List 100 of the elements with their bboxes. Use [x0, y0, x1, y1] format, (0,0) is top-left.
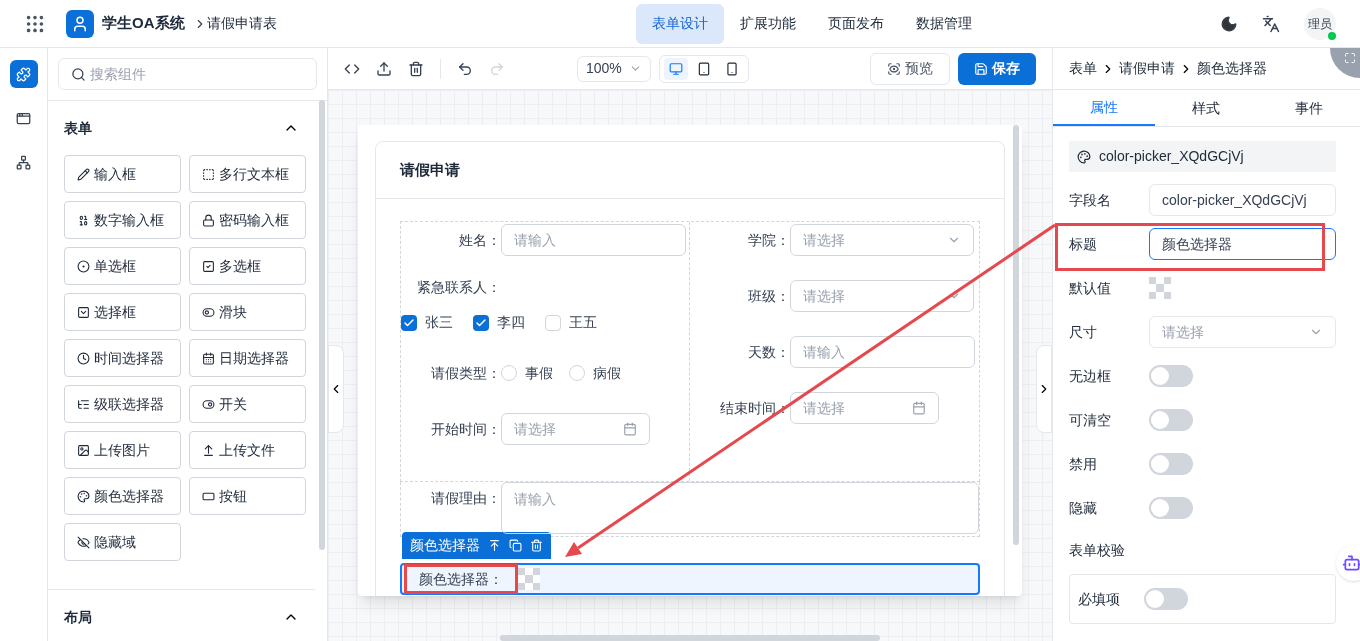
avatar[interactable]: 理员 — [1304, 7, 1336, 40]
field-label: 姓名： — [458, 230, 501, 250]
eye-scan-icon — [887, 61, 901, 76]
component-item[interactable]: 输入框 — [64, 155, 181, 193]
fullscreen-corner[interactable] — [1330, 48, 1360, 78]
pencil-icon — [77, 167, 90, 181]
field-label: 开始时间： — [430, 419, 501, 439]
field-label: 请假类型： — [430, 363, 501, 383]
component-item[interactable]: 上传文件 — [189, 431, 306, 469]
breadcrumb-item[interactable]: 请假申请 — [1119, 58, 1175, 79]
checkbox-label: 李四 — [497, 313, 525, 332]
image-icon — [77, 443, 90, 457]
checkbox[interactable] — [545, 314, 561, 331]
property-label: 字段名 — [1069, 190, 1112, 210]
palette-icon — [1077, 149, 1091, 164]
component-item[interactable]: 日期选择器 — [189, 339, 306, 377]
section-title: 表单 — [64, 118, 92, 138]
breadcrumb-item[interactable]: 颜色选择器 — [1197, 58, 1267, 79]
component-item[interactable]: 颜色选择器 — [64, 477, 181, 515]
save-icon — [974, 61, 988, 76]
save-button[interactable]: 保存 — [958, 52, 1036, 85]
dropdown-icon — [77, 305, 90, 319]
palette-icon — [77, 489, 90, 503]
component-item[interactable]: 单选框 — [64, 247, 181, 285]
component-item[interactable]: 按钮 — [189, 477, 306, 515]
nav-tab[interactable]: 表单设计 — [635, 3, 724, 44]
page-breadcrumb[interactable]: 请假申请表 — [206, 13, 277, 34]
nav-tab[interactable]: 数据管理 — [899, 3, 988, 44]
component-item[interactable]: 隐藏域 — [64, 523, 181, 561]
field-toolbar-label: 颜色选择器 — [410, 536, 480, 555]
puzzle-icon[interactable] — [9, 60, 38, 88]
component-item[interactable]: 级联选择器 — [64, 385, 181, 423]
breadcrumb-item[interactable]: 表单 — [1069, 58, 1097, 79]
checkbox[interactable] — [401, 314, 417, 331]
toggle-switch[interactable] — [1149, 365, 1193, 387]
checkbox-label: 张三 — [425, 313, 453, 332]
radio-icon — [77, 259, 90, 273]
component-item[interactable]: 多选框 — [189, 247, 306, 285]
calendar-icon — [623, 422, 637, 436]
component-item[interactable]: 选择框 — [64, 293, 181, 331]
component-id: color-picker_XQdGCjVj — [1099, 147, 1244, 166]
lock-icon — [202, 213, 215, 227]
component-item[interactable]: 时间选择器 — [64, 339, 181, 377]
nav-tab[interactable]: 页面发布 — [811, 3, 900, 44]
list-tree-icon — [77, 397, 90, 411]
zoom-select[interactable]: 100% — [577, 55, 651, 82]
check-icon — [475, 316, 487, 329]
section-title: 布局 — [64, 607, 92, 627]
color-swatch[interactable] — [1149, 277, 1171, 299]
trash-icon[interactable] — [530, 539, 543, 552]
component-item[interactable]: 密码输入框 — [189, 201, 306, 239]
property-label: 默认值 — [1069, 278, 1112, 298]
color-swatch[interactable] — [518, 568, 540, 590]
moon-icon[interactable] — [1220, 14, 1238, 33]
component-item[interactable]: 多行文本框 — [189, 155, 306, 193]
component-item[interactable]: 上传图片 — [64, 431, 181, 469]
calendar-icon — [202, 351, 215, 365]
toggle-switch[interactable] — [1149, 453, 1193, 475]
trash-icon[interactable] — [408, 60, 424, 77]
upload-icon — [202, 443, 215, 457]
form-title: 请假申请 — [400, 159, 460, 180]
property-label: 可清空 — [1069, 410, 1112, 430]
check-icon — [403, 316, 415, 329]
panel-tab[interactable]: 样式 — [1155, 90, 1258, 126]
toggle-switch[interactable] — [1149, 497, 1193, 519]
checkbox-label: 王五 — [569, 313, 597, 332]
component-item[interactable]: 数字输入框 — [64, 201, 181, 239]
toggle-switch[interactable] — [1144, 588, 1188, 610]
translate-icon[interactable] — [1262, 14, 1280, 33]
copy-icon[interactable] — [509, 539, 522, 552]
selected-field-row[interactable]: 颜色选择器： — [400, 563, 980, 595]
component-item[interactable]: 滑块 — [189, 293, 306, 331]
fullscreen-icon — [1344, 52, 1356, 64]
field-label: 班级： — [747, 286, 790, 306]
collapse-right-handle[interactable] — [1036, 345, 1052, 433]
collapse-left-handle[interactable] — [328, 345, 344, 433]
panel-tab[interactable]: 事件 — [1257, 90, 1360, 126]
undo-icon[interactable] — [457, 60, 473, 77]
upload-icon[interactable] — [376, 60, 392, 77]
calendar-icon — [912, 401, 926, 415]
eye-off-icon — [77, 535, 90, 549]
search-icon — [71, 66, 86, 82]
move-up-icon[interactable] — [488, 539, 501, 552]
field-label: 颜色选择器： — [404, 564, 518, 594]
preview-button[interactable]: 预览 — [870, 52, 950, 85]
field-label: 紧急联系人： — [416, 277, 501, 297]
clock-icon — [77, 351, 90, 365]
property-label: 隐藏 — [1069, 498, 1098, 518]
field-label: 天数： — [747, 342, 790, 362]
radio-label: 病假 — [593, 363, 621, 383]
property-label: 无边框 — [1069, 366, 1112, 386]
input-field[interactable]: color-picker_XQdGCjVj — [1149, 184, 1336, 216]
component-item[interactable]: 开关 — [189, 385, 306, 423]
input-field[interactable]: 颜色选择器 — [1149, 228, 1336, 260]
checkbox[interactable] — [473, 314, 489, 331]
field-label: 请假理由： — [430, 489, 501, 508]
nav-tab[interactable]: 扩展功能 — [723, 3, 812, 44]
checkbox-icon — [202, 259, 215, 273]
panel-tab[interactable]: 属性 — [1053, 90, 1156, 126]
toggle-switch[interactable] — [1149, 409, 1193, 431]
